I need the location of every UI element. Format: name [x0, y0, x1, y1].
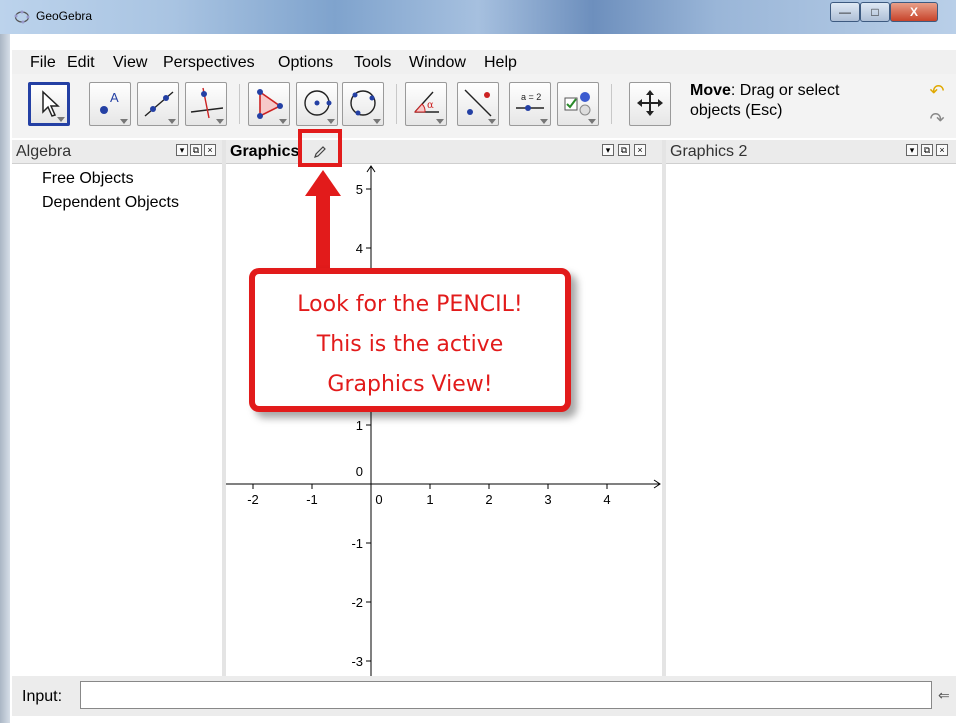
angle-icon: α — [413, 91, 439, 113]
toolbar-separator — [396, 84, 397, 124]
free-objects-item[interactable]: Free Objects — [42, 170, 134, 188]
graphics-panel-title: Graphics — [230, 143, 300, 160]
x-tick-label: 1 — [426, 492, 433, 507]
tool-help-title-rest: : Drag or select — [730, 82, 840, 99]
graphics-view[interactable]: -2-101234 543210-1-2-3 — [226, 164, 662, 676]
title-bar: GeoGebra — □ X — [0, 0, 956, 34]
checkbox-icon — [564, 92, 591, 116]
callout-line-2: This is the active — [316, 332, 504, 357]
circle-three-points-icon — [350, 90, 376, 116]
tool-help-tool-name: Move — [690, 82, 731, 99]
input-bar: Input: ⇐ — [12, 676, 956, 716]
slider-icon: a = 2 — [516, 92, 544, 111]
y-tick-label: -1 — [351, 536, 363, 551]
redo-icon[interactable]: ↷ — [926, 108, 948, 130]
circle-center-point-icon — [304, 90, 332, 116]
menu-window[interactable]: Window — [409, 54, 466, 72]
callout-arrow-shaft — [316, 194, 330, 272]
input-label: Input: — [22, 688, 63, 705]
undock-icon[interactable]: ⧉ — [618, 144, 630, 156]
circle-tool-button[interactable] — [296, 82, 338, 126]
y-tick-label: -2 — [351, 595, 363, 610]
x-tick-label: 4 — [603, 492, 610, 507]
svg-text:A: A — [110, 90, 119, 105]
geogebra-window: GeoGebra — □ X File Edit View Perspectiv… — [0, 0, 956, 723]
tool-help-description: objects (Esc) — [690, 102, 783, 119]
svg-text:a = 2: a = 2 — [521, 92, 541, 102]
y-tick-label: 0 — [356, 464, 363, 479]
graphics2-panel-header: Graphics 2 ▾ ⧉ × — [666, 140, 956, 164]
pencil-highlight-box — [298, 129, 342, 167]
x-tick-label: 3 — [544, 492, 551, 507]
algebra-panel-title: Algebra — [16, 143, 72, 160]
x-tick-label: 2 — [485, 492, 492, 507]
window-title: GeoGebra — [36, 9, 93, 23]
close-panel-icon[interactable]: × — [204, 144, 216, 156]
x-tick-label: -1 — [306, 492, 318, 507]
close-panel-icon[interactable]: × — [936, 144, 948, 156]
menu-perspectives[interactable]: Perspectives — [163, 54, 255, 72]
svg-text:α: α — [427, 100, 434, 111]
menu-bar: File Edit View Perspectives Options Tool… — [12, 50, 956, 74]
y-tick-label: 4 — [356, 241, 363, 256]
menu-help[interactable]: Help — [484, 54, 517, 72]
y-tick-label: -3 — [351, 654, 363, 669]
point-tool-button[interactable]: A — [89, 82, 131, 126]
graphics2-panel-title: Graphics 2 — [670, 143, 748, 160]
menu-options[interactable]: Options — [278, 54, 333, 72]
undock-icon[interactable]: ⧉ — [190, 144, 202, 156]
callout-box: Look for the PENCIL! This is the active … — [249, 268, 571, 412]
algebra-panel-header: Algebra ▾ ⧉ × — [12, 140, 222, 164]
polygon-tool-button[interactable] — [248, 82, 290, 126]
tool-help-title: Move: Drag or select — [690, 82, 839, 100]
y-tick-label: 5 — [356, 182, 363, 197]
circle-three-points-tool-button[interactable] — [342, 82, 384, 126]
menu-view[interactable]: View — [113, 54, 147, 72]
polygon-icon — [257, 89, 283, 119]
menu-tools[interactable]: Tools — [354, 54, 391, 72]
graphics-canvas[interactable]: -2-101234 543210-1-2-3 — [226, 164, 662, 676]
menu-edit[interactable]: Edit — [67, 54, 95, 72]
input-field[interactable] — [80, 681, 932, 709]
move-graphics-tool-button[interactable] — [629, 82, 671, 126]
y-tick-label: 1 — [356, 418, 363, 433]
close-panel-icon[interactable]: × — [634, 144, 646, 156]
checkbox-tool-button[interactable] — [557, 82, 599, 126]
input-history-icon[interactable]: ⇐ — [938, 687, 950, 704]
x-tick-label: 0 — [375, 492, 382, 507]
graphics-panel-header: Graphics ▾ ⧉ × — [226, 140, 662, 164]
angle-tool-button[interactable]: α — [405, 82, 447, 126]
graphics2-view[interactable] — [666, 164, 956, 676]
reflect-icon — [464, 89, 492, 117]
move-arrow-icon — [42, 90, 60, 117]
toolbar-separator — [611, 84, 612, 124]
perpendicular-line-tool-button[interactable] — [185, 82, 227, 126]
perpendicular-line-icon — [190, 87, 223, 119]
maximize-button[interactable]: □ — [860, 2, 890, 22]
panel-menu-icon[interactable]: ▾ — [906, 144, 918, 156]
line-icon — [144, 91, 174, 117]
callout-arrow-head — [305, 170, 341, 196]
undock-icon[interactable]: ⧉ — [921, 144, 933, 156]
algebra-view: Free Objects Dependent Objects — [12, 164, 222, 676]
callout-line-1: Look for the PENCIL! — [297, 292, 523, 317]
toolbar-separator — [239, 84, 240, 124]
slider-tool-button[interactable]: a = 2 — [509, 82, 551, 126]
move-graphics-icon — [637, 90, 663, 116]
dependent-objects-item[interactable]: Dependent Objects — [42, 194, 179, 212]
point-icon: A — [100, 90, 119, 114]
x-tick-label: -2 — [247, 492, 259, 507]
panel-menu-icon[interactable]: ▾ — [602, 144, 614, 156]
menu-file[interactable]: File — [30, 54, 56, 72]
minimize-button[interactable]: — — [830, 2, 860, 22]
line-tool-button[interactable] — [137, 82, 179, 126]
panel-menu-icon[interactable]: ▾ — [176, 144, 188, 156]
undo-icon[interactable]: ↶ — [926, 80, 948, 102]
callout-line-3: Graphics View! — [327, 372, 493, 397]
close-button[interactable]: X — [890, 2, 938, 22]
window-frame-left — [0, 34, 10, 723]
reflect-tool-button[interactable] — [457, 82, 499, 126]
geogebra-logo-icon — [14, 10, 30, 24]
move-tool-button[interactable] — [28, 82, 70, 126]
